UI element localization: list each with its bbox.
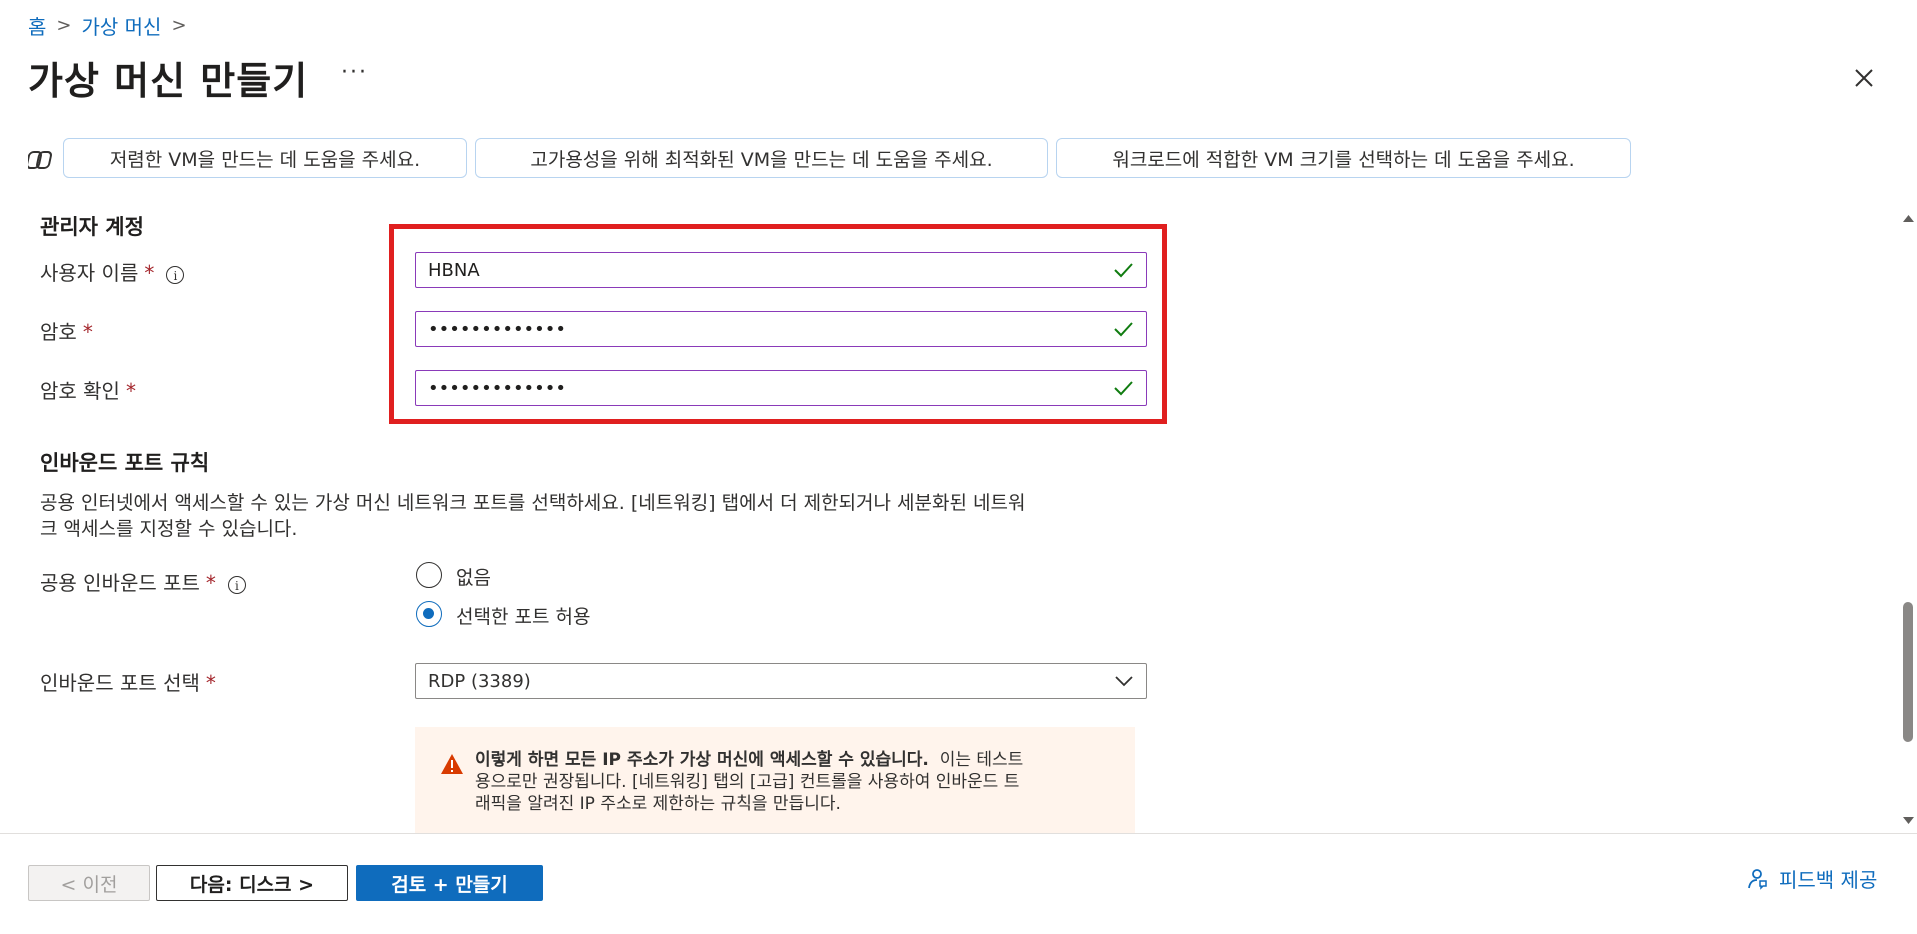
feedback-label[interactable]: 피드백 제공: [1779, 864, 1877, 893]
password-label: 암호 *: [40, 316, 93, 345]
prompt-chip-vm-size[interactable]: 워크로드에 적합한 VM 크기를 선택하는 데 도움을 주세요.: [1056, 138, 1631, 178]
admin-account-heading: 관리자 계정: [40, 215, 144, 239]
public-ports-label: 공용 인바운드 포트 * i: [40, 567, 246, 596]
radio-allow-selected-ports[interactable]: [416, 601, 442, 627]
username-label: 사용자 이름 * i: [40, 257, 185, 286]
warning-line-3: 래픽을 알려진 IP 주소로 제한하는 규칙을 만듭니다.: [475, 794, 841, 814]
feedback-link[interactable]: 피드백 제공: [1745, 864, 1877, 893]
radio-allow-selected-ports-label[interactable]: 선택한 포트 허용: [456, 602, 590, 629]
chevron-right-icon: >: [56, 14, 72, 36]
prompt-chip-high-availability-vm[interactable]: 고가용성을 위해 최적화된 VM을 만드는 데 도움을 주세요.: [475, 138, 1048, 178]
highlight-annotation: [389, 224, 1167, 424]
select-ports-label: 인바운드 포트 선택 *: [40, 667, 216, 696]
public-ports-label-text: 공용 인바운드 포트: [40, 571, 200, 595]
prompt-chip-affordable-vm[interactable]: 저렴한 VM을 만드는 데 도움을 주세요.: [63, 138, 467, 178]
inbound-ports-dropdown[interactable]: RDP (3389): [415, 663, 1147, 699]
warning-icon: [441, 754, 463, 774]
breadcrumb: 홈 > 가상 머신 >: [28, 11, 197, 39]
info-icon[interactable]: i: [227, 575, 246, 594]
warning-line-1: 이렇게 하면 모든 IP 주소가 가상 머신에 액세스할 수 있습니다. 이는 …: [475, 749, 1105, 771]
warning-line-2: 용으로만 권장됩니다. [네트워킹] 탭의 [고급] 컨트롤을 사용하여 인바운…: [475, 772, 1020, 792]
chevron-right-icon: >: [171, 14, 187, 36]
required-asterisk: *: [205, 571, 216, 595]
radio-none-label[interactable]: 없음: [456, 563, 491, 590]
inbound-description-line2: 크 액세스를 지정할 수 있습니다.: [40, 518, 298, 540]
required-asterisk: *: [205, 671, 216, 695]
feedback-icon: [1748, 868, 1767, 890]
scroll-up-arrow-icon[interactable]: [1902, 213, 1915, 223]
scroll-down-arrow-icon[interactable]: [1902, 816, 1915, 826]
inbound-rules-heading: 인바운드 포트 규칙: [40, 451, 210, 475]
more-options-icon[interactable]: ···: [341, 60, 368, 85]
breadcrumb-virtual-machines-link[interactable]: 가상 머신: [82, 11, 162, 40]
inbound-description-line1: 공용 인터넷에서 액세스할 수 있는 가상 머신 네트워크 포트를 선택하세요.…: [40, 492, 1026, 514]
page-title: 가상 머신 만들기: [28, 59, 309, 103]
select-ports-label-text: 인바운드 포트 선택: [40, 671, 200, 695]
username-label-text: 사용자 이름: [40, 261, 139, 285]
warning-message: 이렇게 하면 모든 IP 주소가 가상 머신에 액세스할 수 있습니다. 이는 …: [415, 727, 1135, 833]
required-asterisk: *: [82, 320, 93, 344]
radio-none[interactable]: [416, 562, 442, 588]
inbound-ports-value: RDP (3389): [428, 670, 531, 692]
scrollbar-thumb[interactable]: [1903, 602, 1913, 742]
warning-line1-rest: 이는 테스트: [939, 750, 1024, 770]
confirm-password-label: 암호 확인 *: [40, 375, 136, 404]
breadcrumb-home-link[interactable]: 홈: [28, 11, 46, 40]
next-disks-button[interactable]: 다음: 디스크 >: [156, 865, 348, 901]
footer-divider: [0, 833, 1917, 834]
password-label-text: 암호: [40, 320, 77, 344]
chevron-down-icon: [1115, 676, 1133, 687]
copilot-icon: [28, 151, 52, 169]
previous-button[interactable]: < 이전: [28, 865, 150, 901]
close-icon[interactable]: [1848, 62, 1880, 94]
required-asterisk: *: [125, 379, 136, 403]
warning-bold-text: 이렇게 하면 모든 IP 주소가 가상 머신에 액세스할 수 있습니다.: [475, 750, 929, 770]
required-asterisk: *: [144, 261, 155, 285]
confirm-password-label-text: 암호 확인: [40, 379, 120, 403]
review-create-button[interactable]: 검토 + 만들기: [356, 865, 543, 901]
info-icon[interactable]: i: [166, 265, 185, 284]
